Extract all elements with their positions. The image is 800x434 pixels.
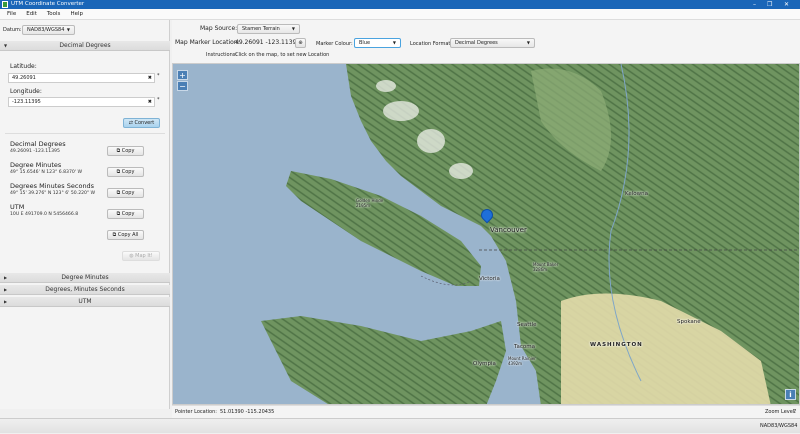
section-title: Degree Minutes <box>61 274 109 281</box>
result-value-dd[interactable]: 49.26091 -123.11395 <box>10 149 60 154</box>
clear-icon[interactable]: ✖ <box>148 98 152 106</box>
chevron-down-icon: ▼ <box>392 40 396 45</box>
maximize-button[interactable]: ❐ <box>767 0 772 9</box>
copy-label: Copy <box>121 148 135 154</box>
section-header-degree-minutes[interactable]: ▶ Degree Minutes <box>0 273 170 283</box>
expanded-arrow-icon: ▼ <box>4 43 8 48</box>
result-title-dms: Degrees Minutes Seconds <box>10 182 95 190</box>
section-header-decimal-degrees[interactable]: ▼ Decimal Degrees <box>0 41 170 51</box>
menu-bar: File Edit Tools Help <box>0 9 800 20</box>
clear-icon[interactable]: ✖ <box>148 74 152 82</box>
map-label-washington: WASHINGTON <box>590 342 643 348</box>
marker-colour-value: Blue <box>359 40 371 46</box>
map-controls: Map Source: Stamen Terrain ▼ Map Marker L… <box>172 20 800 63</box>
copy-all-button[interactable]: ⧉ Copy All <box>107 230 144 240</box>
result-value-dm[interactable]: 49° 15.6546' N 123° 6.8370' W <box>10 170 82 175</box>
datum-label: Datum: <box>3 27 22 33</box>
longitude-input[interactable]: -123.11395 ✖ <box>8 97 155 107</box>
location-format-select[interactable]: Decimal Degrees ▼ <box>450 38 535 48</box>
latitude-label: Latitude: <box>10 63 37 70</box>
section-header-utm[interactable]: ▶ UTM <box>0 297 170 307</box>
section-title: Degrees, Minutes Seconds <box>45 286 125 293</box>
required-marker: * <box>157 73 160 79</box>
zoom-in-button[interactable]: + <box>177 70 188 80</box>
divider <box>5 133 165 134</box>
location-format-label: Location Format: <box>410 41 453 47</box>
section-header-dms[interactable]: ▶ Degrees, Minutes Seconds <box>0 285 170 295</box>
map-source-select[interactable]: Stamen Terrain ▼ <box>237 24 300 34</box>
map-label-seattle: Seattle <box>517 322 537 328</box>
map-label-golden-hinde: Golden Hinde 2195m <box>356 198 384 208</box>
map-it-button[interactable]: ◍ Map It! <box>122 251 160 261</box>
convert-label: Convert <box>134 120 155 126</box>
zoom-out-button[interactable]: − <box>177 81 188 91</box>
map-label-mount-baker: Mount Baker 3286m <box>533 262 559 272</box>
menu-file[interactable]: File <box>7 11 16 17</box>
marker-location-label: Map Marker Location: <box>175 39 240 46</box>
instructions-text: Click on the map, to set new Location <box>235 52 330 58</box>
status-datum: NAD83/WGS84 <box>760 423 798 429</box>
collapsed-arrow-icon: ▶ <box>4 287 8 292</box>
copy-dms-button[interactable]: ⧉ Copy <box>107 188 144 198</box>
map-it-label: Map It! <box>135 253 153 259</box>
locate-button[interactable]: ⊕ <box>295 38 306 48</box>
chevron-down-icon: ▼ <box>66 27 70 32</box>
chevron-down-icon: ▼ <box>526 40 530 45</box>
marker-colour-label: Marker Colour: <box>316 41 353 47</box>
pointer-bar: Pointer Location: 51.01390 -115.20435 Zo… <box>172 405 800 418</box>
window-title: UTM Coordinate Converter <box>11 1 85 7</box>
result-value-dms[interactable]: 49° 15' 39.276" N 123° 6' 50.220" W <box>10 191 95 196</box>
result-title-dm: Degree Minutes <box>10 161 62 169</box>
copy-dm-button[interactable]: ⧉ Copy <box>107 167 144 177</box>
latitude-value: 49.26091 <box>12 75 36 81</box>
chevron-down-icon: ▼ <box>291 26 295 31</box>
minimize-button[interactable]: – <box>753 0 756 9</box>
collapsed-arrow-icon: ▶ <box>4 299 8 304</box>
map-source-label: Map Source: <box>200 25 238 32</box>
map-source-value: Stamen Terrain <box>242 26 280 32</box>
map-label-vancouver: Vancouver <box>490 226 527 234</box>
result-value-utm[interactable]: 10U E 491709.0 N 5456466.8 <box>10 212 78 217</box>
map-view[interactable]: + − Vancouver Victoria Seattle Tacoma Ol… <box>172 63 800 405</box>
terrain-map <box>173 64 799 404</box>
info-button[interactable]: i <box>785 389 796 400</box>
crosshair-icon: ⊕ <box>298 40 303 46</box>
map-label-tacoma: Tacoma <box>514 344 535 350</box>
copy-label: Copy <box>121 169 135 175</box>
app-icon <box>2 1 8 8</box>
close-button[interactable]: ✕ <box>784 0 789 9</box>
status-bar: NAD83/WGS84 <box>0 418 800 433</box>
copy-label: Copy <box>121 190 135 196</box>
instructions-label: Instructions: <box>206 52 238 58</box>
collapsed-arrow-icon: ▶ <box>4 275 8 280</box>
left-panel: Datum: NAD83/WGS84 ▼ ▼ Decimal Degrees Lat… <box>0 20 170 409</box>
menu-tools[interactable]: Tools <box>47 11 61 17</box>
required-marker: * <box>157 97 160 103</box>
menu-help[interactable]: Help <box>70 11 83 17</box>
map-label-victoria: Victoria <box>479 276 500 282</box>
copy-label: Copy <box>121 211 135 217</box>
datum-value: NAD83/WGS84 <box>27 27 65 33</box>
title-bar: UTM Coordinate Converter – ❐ ✕ <box>0 0 800 9</box>
datum-select[interactable]: NAD83/WGS84 ▼ <box>22 25 75 35</box>
convert-button[interactable]: ⇄ Convert <box>123 118 160 128</box>
result-title-dd: Decimal Degrees <box>10 140 66 148</box>
marker-location-value: 49.26091 -123.11395 <box>235 39 301 46</box>
map-label-olympia: Olympia <box>473 361 496 367</box>
longitude-value: -123.11395 <box>12 99 41 105</box>
marker-colour-select[interactable]: Blue ▼ <box>354 38 401 48</box>
longitude-label: Longitude: <box>10 88 42 95</box>
location-format-value: Decimal Degrees <box>455 40 498 46</box>
copy-utm-button[interactable]: ⧉ Copy <box>107 209 144 219</box>
section-title: UTM <box>78 298 92 305</box>
copy-dd-button[interactable]: ⧉ Copy <box>107 146 144 156</box>
map-label-mount-rainier: Mount Rainier 4392m <box>508 356 536 366</box>
result-title-utm: UTM <box>10 203 25 211</box>
map-label-kelowna: Kelowna <box>625 191 648 197</box>
copy-all-label: Copy All <box>117 232 139 238</box>
map-label-spokane: Spokane <box>677 319 701 325</box>
menu-edit[interactable]: Edit <box>26 11 37 17</box>
section-title: Decimal Degrees <box>59 42 111 49</box>
latitude-input[interactable]: 49.26091 ✖ <box>8 73 155 83</box>
